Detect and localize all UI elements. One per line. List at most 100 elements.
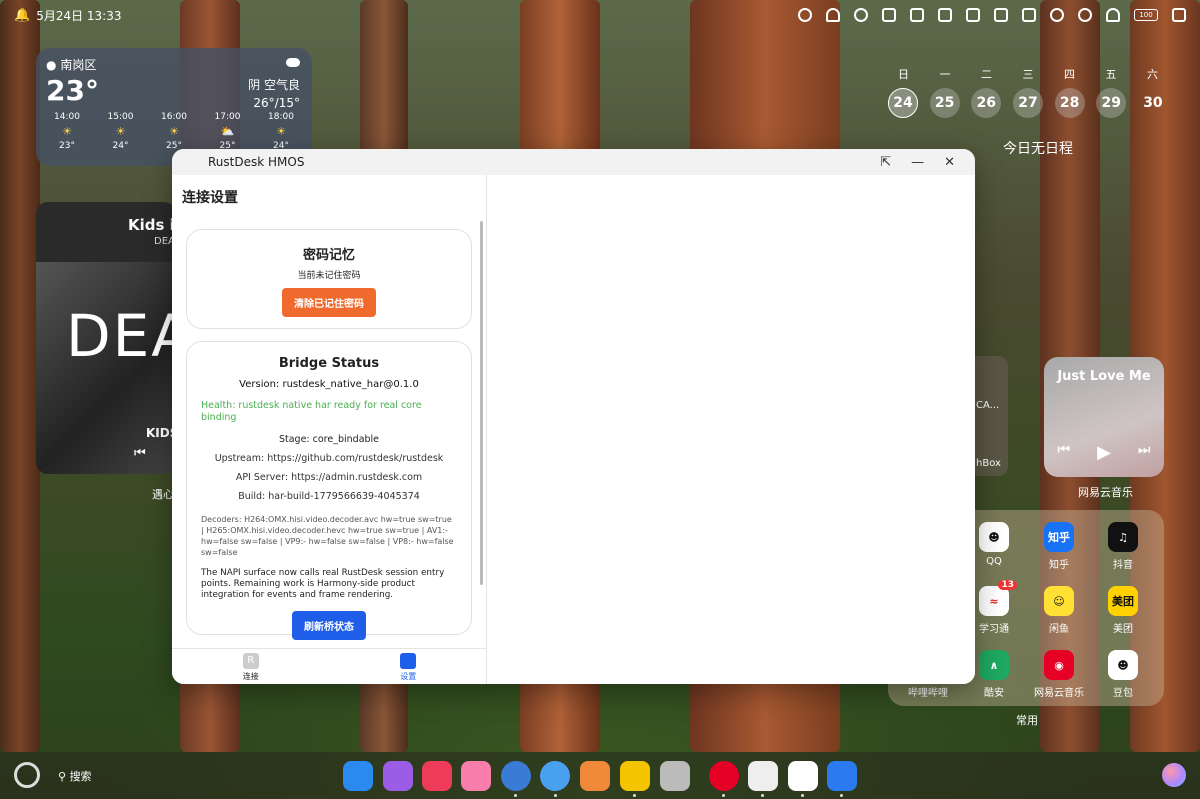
ai-assistant-icon[interactable] — [1162, 763, 1186, 787]
app-label: 闲鱼 — [1049, 624, 1069, 635]
app-zhihu[interactable]: 知乎 知乎 — [1031, 522, 1087, 571]
status-note: The NAPI surface now calls real RustDesk… — [201, 568, 445, 600]
music-controls: ⏮ ▶ ⏭ — [1044, 442, 1164, 463]
weekday: 三 — [1022, 68, 1034, 81]
douyin-icon: ♫ — [1108, 522, 1138, 552]
calendar-date[interactable]: 25 — [929, 88, 960, 118]
qq-icon: ☻ — [979, 522, 1009, 552]
weekday: 二 — [981, 68, 992, 81]
office-icon[interactable] — [580, 761, 610, 791]
settings-pane: 连接设置 密码记忆 当前未记住密码 清除已记住密码 Bridge Status … — [172, 175, 487, 684]
cloud-icon — [286, 58, 300, 67]
music-widget-right[interactable]: Just Love Me ⏮ ▶ ⏭ — [1044, 357, 1164, 477]
clear-password-button[interactable]: 清除已记住密码 — [282, 288, 376, 317]
search-icon: ⚲ — [58, 770, 67, 783]
weekday: 日 — [898, 68, 909, 81]
screen-icon[interactable] — [938, 8, 952, 22]
notes-icon[interactable] — [620, 761, 650, 791]
file-manager-icon[interactable] — [383, 761, 413, 791]
app-gallery-icon[interactable] — [422, 761, 452, 791]
card-title: Bridge Status — [278, 356, 380, 371]
calendar-date[interactable]: 29 — [1096, 88, 1127, 118]
calendar-date-today[interactable]: 24 — [888, 88, 918, 118]
previous-icon[interactable]: ⏮ — [134, 446, 146, 461]
date-row: 24 25 26 27 28 29 30 — [888, 88, 1168, 118]
hour-temp: 23° — [59, 141, 75, 151]
album-art-text: DEA — [66, 302, 176, 370]
app-label: 网易云音乐 — [1034, 688, 1084, 699]
terminal-icon[interactable] — [748, 761, 778, 791]
crop-icon[interactable] — [966, 8, 980, 22]
next-icon[interactable]: ⏭ — [1138, 442, 1151, 463]
bluetooth-icon[interactable] — [1078, 8, 1092, 22]
xianyu-icon: ☺ — [1044, 586, 1074, 616]
status-bar: 🔔 5月24日 13:33 100 — [0, 0, 1200, 30]
app-douyin[interactable]: ♫ 抖音 — [1095, 522, 1151, 571]
zhihu-icon: 知乎 — [1044, 522, 1074, 552]
calendar-date[interactable]: 27 — [1012, 88, 1043, 118]
mute-icon[interactable] — [1050, 8, 1064, 22]
sun-icon[interactable] — [854, 8, 868, 22]
app-label: 酷安 — [984, 688, 1004, 699]
hour-item: 15:00 ☀ 24° — [96, 112, 146, 151]
netease-music-icon: ◉ — [1044, 650, 1074, 680]
refresh-bridge-button[interactable]: 刷新桥状态 — [292, 611, 366, 640]
trash-icon[interactable] — [660, 761, 690, 791]
search-label: 搜索 — [69, 770, 92, 783]
battery-level: 100 — [1139, 11, 1153, 19]
card-title: 密码记忆 — [302, 248, 355, 263]
note-icon[interactable] — [882, 8, 896, 22]
clipboard-icon[interactable] — [1022, 8, 1036, 22]
weather-location: 南岗区 — [60, 58, 97, 72]
app-netease-music[interactable]: ◉ 网易云音乐 — [1031, 650, 1087, 699]
keyboard-icon[interactable] — [994, 8, 1008, 22]
calendar-date[interactable]: 30 — [1138, 88, 1168, 118]
app-doubao[interactable]: ☻ 豆包 — [1095, 650, 1151, 699]
wifi-icon[interactable] — [1106, 8, 1120, 22]
hour-time: 16:00 — [161, 112, 187, 122]
bell-icon[interactable]: 🔔 — [14, 8, 30, 23]
restore-icon[interactable]: ⇱ — [880, 155, 891, 170]
previous-icon[interactable]: ⏮ — [1057, 442, 1070, 463]
netease-music-icon[interactable] — [709, 761, 739, 791]
hour-item: 14:00 ☀ 23° — [42, 112, 92, 151]
music-widget-left[interactable]: Kids i DEA DEA KIDS ⏮ — [36, 202, 176, 474]
dock-search[interactable]: ⚲ 搜索 — [58, 768, 92, 784]
check-icon[interactable] — [798, 8, 812, 22]
bilibili-icon[interactable] — [461, 761, 491, 791]
tab-connect[interactable]: R 连接 — [172, 649, 330, 684]
kuan-icon: ∧ — [979, 650, 1009, 680]
app-label: 抖音 — [1113, 560, 1133, 571]
sun-icon: ☀ — [115, 125, 126, 138]
calendar-widget[interactable]: 日 一 二 三 四 五 六 24 25 26 27 28 29 30 今日无日程 — [888, 66, 1168, 158]
tab-label: 连接 — [242, 672, 259, 681]
rustdesk-icon[interactable] — [827, 761, 857, 791]
notification-icon[interactable] — [826, 8, 840, 22]
hour-temp: 24° — [112, 141, 129, 151]
app-xianyu[interactable]: ☺ 闲鱼 — [1031, 586, 1087, 635]
qq-icon[interactable] — [788, 761, 818, 791]
control-center-icon[interactable] — [1172, 8, 1186, 22]
running-indicator — [801, 794, 804, 797]
music-icon[interactable] — [540, 761, 570, 791]
app-meituan[interactable]: 美团 美团 — [1095, 586, 1151, 635]
app-grid-icon[interactable] — [343, 761, 373, 791]
close-icon[interactable]: ✕ — [944, 155, 955, 170]
calendar-date[interactable]: 26 — [971, 88, 1002, 118]
bridge-status-card: Bridge Status Version: rustdesk_native_h… — [186, 341, 472, 640]
play-icon[interactable]: ▶ — [1097, 442, 1111, 463]
minimize-icon[interactable]: — — [911, 155, 924, 170]
assistant-icon[interactable] — [14, 762, 40, 788]
camera-icon[interactable] — [910, 8, 924, 22]
settings-icon — [400, 653, 417, 669]
calendar-date[interactable]: 28 — [1054, 88, 1085, 118]
tab-label: 设置 — [400, 672, 417, 681]
window-titlebar[interactable]: RustDesk HMOS ⇱ — ✕ — [172, 149, 975, 175]
browser-icon[interactable] — [501, 761, 531, 791]
app-label: 豆包 — [1113, 688, 1133, 699]
hour-item: 18:00 ☀ 24° — [256, 112, 306, 151]
tab-settings[interactable]: 设置 — [330, 649, 488, 684]
app-label: 美团 — [1113, 624, 1133, 635]
build-text: Build: har-build-1779566639-4045374 — [238, 491, 420, 502]
scrollbar[interactable] — [480, 221, 483, 585]
